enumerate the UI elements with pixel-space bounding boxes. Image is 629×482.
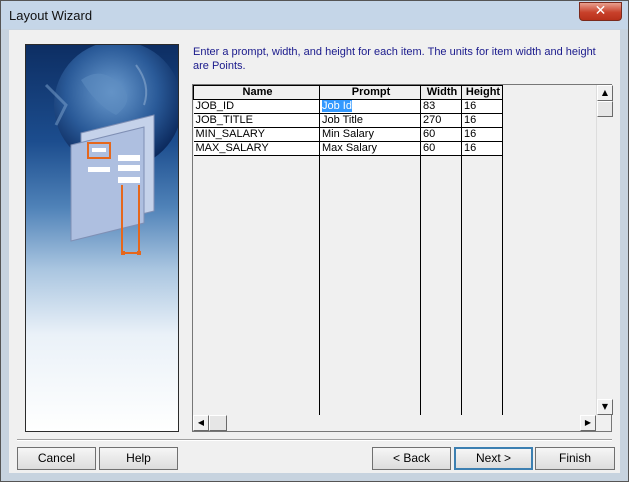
cell-prompt[interactable]: Max Salary: [319, 141, 421, 156]
scroll-right-button[interactable]: ▶: [580, 415, 596, 431]
help-button[interactable]: Help: [99, 447, 178, 470]
header-filler: [502, 85, 598, 100]
cancel-button[interactable]: Cancel: [17, 447, 96, 470]
chevron-up-icon: ▲: [601, 88, 609, 97]
cell-prompt-text[interactable]: Job Id: [322, 100, 352, 112]
instructions-text: Enter a prompt, width, and height for ea…: [193, 46, 596, 72]
table-row: JOB_TITLE Job Title 270 16: [193, 113, 598, 128]
close-icon: ✕: [594, 3, 607, 19]
column-divider: [420, 85, 421, 415]
column-header-prompt[interactable]: Prompt: [319, 85, 421, 100]
layout-wizard-window: Layout Wizard ✕ Enter a prompt, width, a…: [0, 0, 629, 482]
column-divider: [502, 85, 503, 415]
vertical-scroll-thumb[interactable]: [597, 101, 613, 117]
window-title: Layout Wizard: [9, 8, 93, 23]
table-row: MAX_SALARY Max Salary 60 16: [193, 141, 598, 156]
next-button[interactable]: Next >: [454, 447, 533, 470]
scroll-up-button[interactable]: ▲: [597, 85, 613, 101]
wizard-body: Enter a prompt, width, and height for ea…: [9, 30, 620, 473]
cell-width[interactable]: 60: [420, 127, 462, 142]
chevron-down-icon: ▼: [601, 402, 609, 411]
back-button[interactable]: < Back: [372, 447, 451, 470]
horizontal-scroll-thumb[interactable]: [209, 415, 227, 431]
close-button[interactable]: ✕: [579, 2, 622, 21]
cell-height[interactable]: 16: [461, 113, 503, 128]
form-layout-icon: [70, 114, 155, 255]
footer-divider: [17, 439, 612, 441]
cell-name[interactable]: JOB_ID: [193, 99, 320, 114]
title-bar[interactable]: Layout Wizard ✕: [1, 1, 628, 29]
cell-prompt[interactable]: Min Salary: [319, 127, 421, 142]
wizard-illustration: [25, 44, 179, 432]
row-filler: [502, 113, 598, 128]
cell-name[interactable]: MAX_SALARY: [193, 141, 320, 156]
items-grid[interactable]: Name Prompt Width Height JOB_ID Job Id 8…: [192, 84, 613, 432]
column-header-name[interactable]: Name: [193, 85, 320, 100]
chevron-left-icon: ◀: [197, 418, 205, 427]
column-divider: [319, 85, 320, 415]
row-filler: [502, 141, 598, 156]
column-header-width[interactable]: Width: [420, 85, 462, 100]
cell-height[interactable]: 16: [461, 141, 503, 156]
horizontal-scrollbar[interactable]: ◀ ▶: [193, 415, 596, 431]
vertical-scrollbar[interactable]: ▲ ▼: [596, 85, 613, 415]
cell-height[interactable]: 16: [461, 99, 503, 114]
chevron-right-icon: ▶: [584, 418, 592, 427]
cell-width[interactable]: 60: [420, 141, 462, 156]
cell-width[interactable]: 83: [420, 99, 462, 114]
row-filler: [502, 99, 598, 114]
globe-and-layout-illustration: [44, 45, 178, 255]
row-filler: [502, 127, 598, 142]
table-header-row: Name Prompt Width Height: [193, 85, 598, 100]
table-row: MIN_SALARY Min Salary 60 16: [193, 127, 598, 142]
scroll-left-button[interactable]: ◀: [193, 415, 209, 431]
finish-button[interactable]: Finish: [535, 447, 615, 470]
scroll-down-button[interactable]: ▼: [597, 399, 613, 415]
column-divider: [461, 85, 462, 415]
column-header-height[interactable]: Height: [461, 85, 503, 100]
items-table: Name Prompt Width Height JOB_ID Job Id 8…: [193, 85, 598, 156]
cell-name[interactable]: JOB_TITLE: [193, 113, 320, 128]
cell-prompt[interactable]: Job Title: [319, 113, 421, 128]
cell-height[interactable]: 16: [461, 127, 503, 142]
cell-width[interactable]: 270: [420, 113, 462, 128]
cell-prompt[interactable]: Job Id: [319, 99, 421, 114]
table-row: JOB_ID Job Id 83 16: [193, 99, 598, 114]
cell-name[interactable]: MIN_SALARY: [193, 127, 320, 142]
